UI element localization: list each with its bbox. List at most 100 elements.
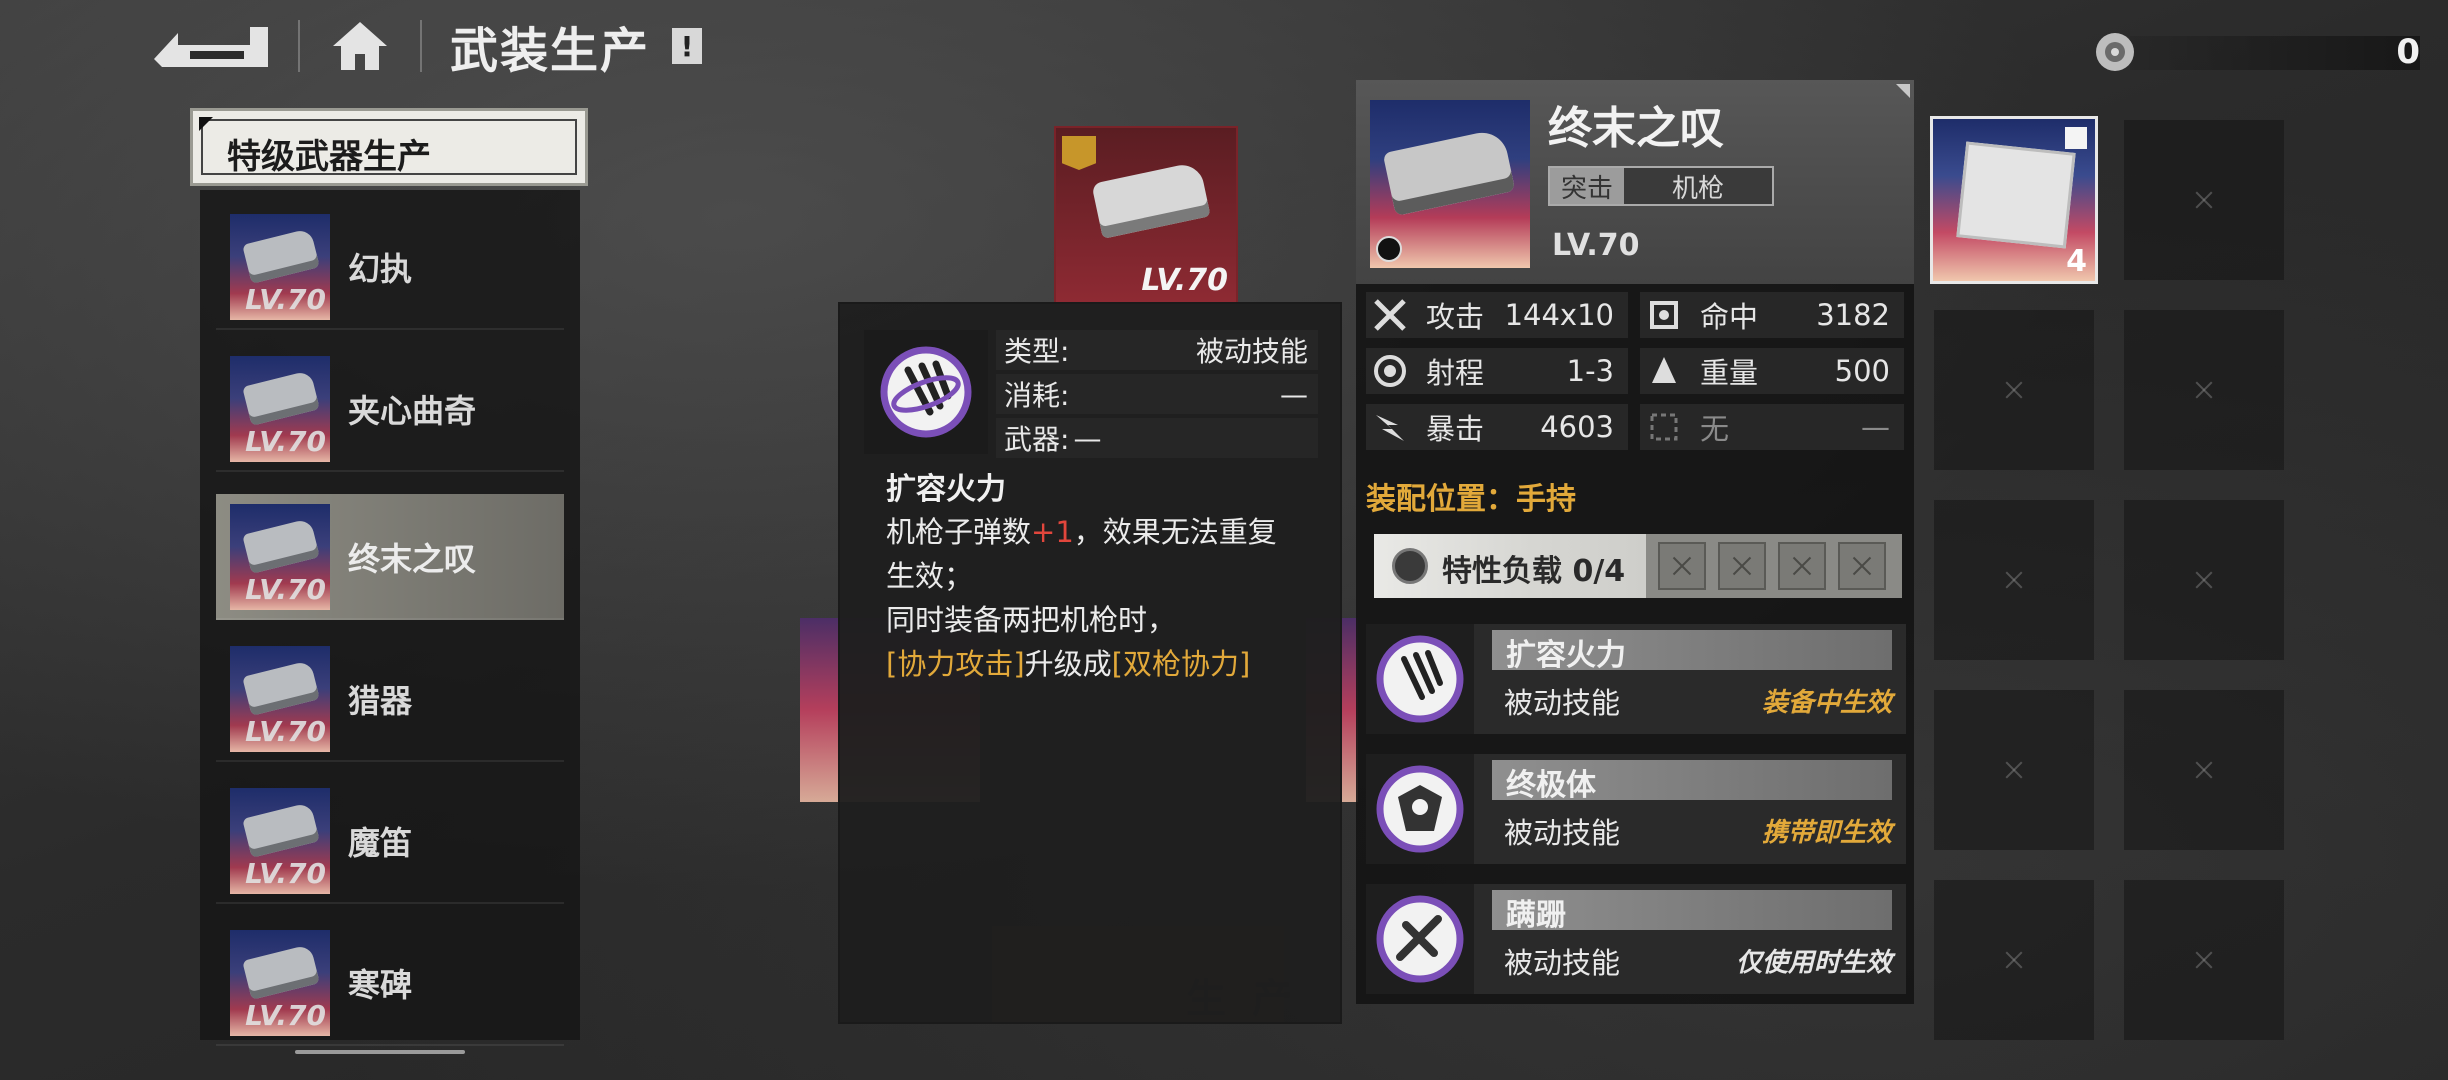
desc-text: 同时装备两把机枪时， (886, 603, 1177, 637)
category-tab[interactable]: 特级武器生产 (190, 108, 588, 186)
trait-icon (1392, 548, 1428, 584)
weapon-name: 终末之叹 (348, 540, 477, 578)
weapon-list-item[interactable]: LV.70 夹心曲奇 (216, 346, 564, 472)
weapon-thumbnail: LV.70 (230, 356, 330, 462)
alert-badge[interactable]: ! (672, 28, 703, 64)
desc-text: 生效； (886, 559, 974, 593)
tooltip-info-rows: 类型: 被动技能 消耗: — 武器: — (996, 330, 1318, 462)
back-button[interactable] (150, 18, 270, 74)
weapon-list-item[interactable]: LV.70 魔笛 (216, 778, 564, 904)
trait-slot-empty[interactable] (1658, 542, 1706, 590)
inventory-slot-empty[interactable] (2124, 310, 2284, 470)
skill-condition: 仅使用时生效 (1735, 948, 1892, 978)
weapon-preview-card[interactable]: LV.70 (1054, 126, 1238, 304)
weapon-list[interactable]: LV.70 幻执 LV.70 夹心曲奇 LV.70 终末之叹 LV.70 猎器 … (200, 190, 580, 1046)
weapon-tags: 突击 机枪 (1548, 166, 1774, 206)
trait-load-bar[interactable]: 特性负载 0/4 (1374, 534, 1902, 598)
coin-icon (2096, 33, 2134, 71)
top-bar: 武装生产 ! (150, 14, 703, 79)
inventory-slot-empty[interactable] (1934, 690, 2094, 850)
gun-icon (242, 228, 320, 284)
inventory-item-blueprint[interactable]: 4 (1930, 116, 2098, 284)
back-icon (154, 27, 268, 67)
trait-load-label: 特性负载 0/4 (1442, 554, 1626, 589)
tooltip-row: 消耗: — (996, 374, 1318, 414)
stat-accuracy: 命中 3182 (1640, 292, 1904, 338)
trait-slot-empty[interactable] (1838, 542, 1886, 590)
weapon-level: LV.70 (245, 425, 326, 458)
weapon-thumbnail: LV.70 (230, 214, 330, 320)
skill-icon-box (1366, 624, 1474, 734)
skill-card[interactable]: 扩容火力 被动技能 装备中生效 (1366, 624, 1906, 734)
desc-highlight-number: +1 (1031, 515, 1074, 549)
currency-display: 0 (2090, 28, 2420, 76)
category-corner-mark (199, 117, 213, 131)
weight-icon (1652, 357, 1676, 383)
inventory-slot-empty[interactable] (1934, 310, 2094, 470)
skill-name: 终极体 (1506, 768, 1596, 803)
header-separator (298, 20, 300, 72)
skill-icon-box (864, 330, 988, 454)
stat-value: 4603 (1540, 410, 1614, 444)
range-icon (1374, 355, 1406, 387)
skill-icon-box (1366, 884, 1474, 994)
select-checkbox[interactable] (2065, 127, 2087, 149)
gun-icon (242, 370, 320, 426)
stat-value: 1-3 (1566, 354, 1614, 388)
trait-slot-empty[interactable] (1778, 542, 1826, 590)
preview-level: LV.70 (1141, 263, 1228, 298)
weapon-thumbnail: LV.70 (230, 930, 330, 1036)
weapon-level: LV.70 (245, 857, 326, 890)
currency-bar (2130, 36, 2420, 70)
detail-thumbnail (1370, 100, 1530, 268)
rank-chevron-icon (1062, 136, 1096, 170)
inventory-slot-empty[interactable] (2124, 690, 2284, 850)
detail-weapon-name: 终末之叹 (1548, 103, 1724, 154)
tooltip-row-label: 消耗: (1004, 379, 1070, 412)
inventory-slot-empty[interactable] (2124, 880, 2284, 1040)
detail-header: 终末之叹 突击 机枪 LV.70 (1356, 80, 1914, 284)
gun-icon (242, 944, 320, 1000)
inventory-slot-empty[interactable] (1934, 880, 2094, 1040)
equip-position: 装配位置：手持 (1366, 482, 1576, 517)
detail-level: LV.70 (1552, 228, 1640, 263)
stat-attack: 攻击 144x10 (1366, 292, 1628, 338)
skill-type: 被动技能 (1504, 686, 1621, 720)
inventory-slot-empty[interactable] (2124, 500, 2284, 660)
inventory-slot-empty[interactable] (2124, 120, 2284, 280)
skill-tooltip: 类型: 被动技能 消耗: — 武器: — 扩容火力 机枪子弹数+1，效果无法重复… (838, 302, 1342, 1024)
inventory-slot-empty[interactable] (1934, 500, 2094, 660)
weapon-name: 夹心曲奇 (348, 392, 477, 430)
weapon-list-item-selected[interactable]: LV.70 终末之叹 (216, 494, 564, 620)
trait-slot-empty[interactable] (1718, 542, 1766, 590)
list-scrollbar[interactable] (295, 1050, 465, 1054)
weapon-list-item[interactable]: LV.70 猎器 (216, 636, 564, 762)
skill-card[interactable]: 蹒跚 被动技能 仅使用时生效 (1366, 884, 1906, 994)
tooltip-row-value: — (1280, 377, 1308, 411)
stat-value: 500 (1834, 354, 1890, 388)
skill-card[interactable]: 终极体 被动技能 携带即生效 (1366, 754, 1906, 864)
weapon-list-item[interactable]: LV.70 寒碑 (216, 920, 564, 1046)
tooltip-row-label: 类型: (1004, 335, 1070, 368)
home-button[interactable] (328, 18, 392, 74)
weapon-type-tag: 机枪 (1624, 168, 1772, 204)
stat-value: — (1861, 410, 1890, 444)
gun-icon (1091, 161, 1211, 239)
weapon-level: LV.70 (245, 283, 326, 316)
tooltip-row-value: — (1073, 421, 1102, 455)
stat-label: 重量 (1700, 356, 1759, 390)
ultimate-form-icon (1376, 765, 1464, 853)
weapon-list-item[interactable]: LV.70 幻执 (216, 204, 564, 330)
attack-icon (1374, 299, 1406, 331)
header-separator (420, 20, 422, 72)
weapon-name: 寒碑 (348, 966, 413, 1004)
skill-condition: 装备中生效 (1761, 688, 1892, 718)
skill-condition: 携带即生效 (1761, 818, 1892, 848)
stat-weight: 重量 500 (1640, 348, 1904, 394)
expand-firepower-icon (880, 346, 972, 438)
currency-value: 0 (2396, 32, 2420, 72)
tooltip-row-value: 被动技能 (1195, 335, 1308, 368)
blueprint-document-icon (1956, 141, 2076, 249)
stat-label: 暴击 (1426, 412, 1485, 446)
tooltip-row: 类型: 被动技能 (996, 330, 1318, 370)
